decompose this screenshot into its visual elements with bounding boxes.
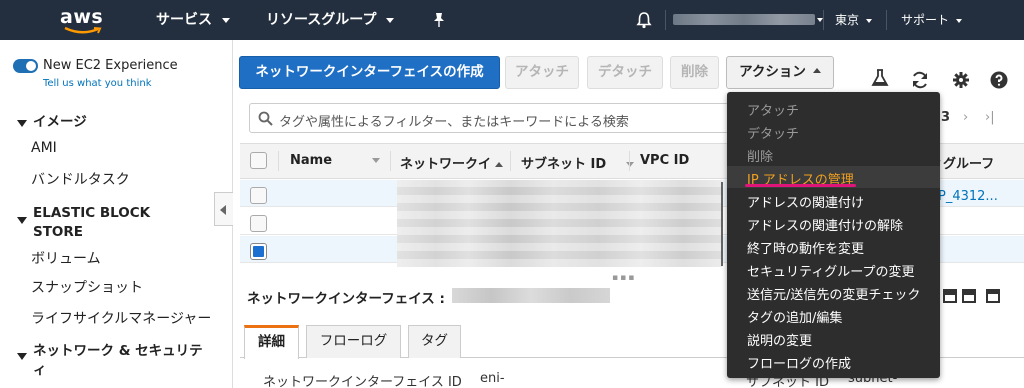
- last-page-icon[interactable]: ›|: [985, 110, 995, 125]
- collapse-triangle-icon[interactable]: [17, 217, 27, 224]
- sidebar: New EC2 Experience Tell us what you thin…: [0, 40, 233, 388]
- menu-item-change-termination-behavior[interactable]: 終了時の動作を変更: [747, 238, 864, 257]
- region-menu[interactable]: 東京: [835, 0, 873, 40]
- menu-item-associate-address[interactable]: アドレスの関連付け: [747, 192, 864, 211]
- support-menu[interactable]: サポート: [901, 0, 963, 40]
- next-page-icon[interactable]: ›: [963, 110, 968, 125]
- pane-layout-icon[interactable]: [943, 289, 957, 303]
- menu-item-delete[interactable]: 削除: [747, 146, 773, 165]
- filter-search-input[interactable]: タグや属性によるフィルター、またはキーワードによる検索: [249, 103, 729, 133]
- flask-icon[interactable]: [871, 68, 889, 88]
- feedback-link[interactable]: Tell us what you think: [43, 78, 152, 89]
- interface-id-value: eni-: [480, 371, 505, 386]
- actions-dropdown-menu: アタッチ デタッチ 削除 IP アドレスの管理 アドレスの関連付け アドレスの関…: [727, 92, 940, 378]
- column-subnet-id[interactable]: サブネット ID: [521, 153, 635, 172]
- menu-item-disassociate-address[interactable]: アドレスの関連付けの解除: [747, 215, 903, 234]
- pane-layout-icon[interactable]: [962, 289, 976, 303]
- menu-item-detach[interactable]: デタッチ: [747, 123, 799, 142]
- chevron-up-icon: [812, 68, 821, 73]
- sort-icon: [626, 162, 635, 167]
- aws-logo[interactable]: aws: [58, 6, 104, 34]
- divider: [721, 182, 723, 266]
- services-menu[interactable]: サービス: [156, 0, 230, 40]
- pin-icon[interactable]: [432, 12, 446, 28]
- chevron-down-icon: [956, 18, 963, 23]
- search-placeholder: タグや属性によるフィルター、またはキーワードによる検索: [279, 115, 629, 130]
- sidebar-section-images[interactable]: イメージ: [33, 113, 87, 132]
- chevron-down-icon: [386, 17, 395, 23]
- page-indicator: 3: [941, 110, 951, 125]
- menu-item-create-flow-log[interactable]: フローログの作成: [747, 353, 851, 372]
- sort-icon: [372, 158, 381, 163]
- sidebar-item-snapshots[interactable]: スナップショット: [31, 277, 143, 297]
- row-checkbox-selected[interactable]: [250, 243, 267, 260]
- pane-layout-icon[interactable]: [986, 289, 1000, 303]
- delete-button[interactable]: 削除: [670, 56, 719, 89]
- select-all-checkbox[interactable]: [250, 152, 267, 169]
- redacted-interface-id: [452, 288, 610, 303]
- divider: [886, 10, 887, 30]
- sidebar-section-ebs[interactable]: ELASTIC BLOCK STORE: [33, 204, 173, 242]
- bell-icon[interactable]: [636, 11, 652, 29]
- sidebar-section-network-security[interactable]: ネットワーク & セキュリティ: [33, 342, 203, 380]
- chevron-down-icon: [222, 17, 230, 23]
- tab-details[interactable]: 詳細: [244, 325, 299, 359]
- divider: [823, 10, 824, 30]
- gear-icon[interactable]: [952, 71, 970, 89]
- column-name[interactable]: Name: [290, 153, 381, 168]
- column-divider: [629, 151, 630, 171]
- attach-button[interactable]: アタッチ: [505, 56, 579, 89]
- tab-tags[interactable]: タグ: [408, 325, 461, 358]
- sort-asc-icon: [495, 162, 504, 167]
- account-name-redacted[interactable]: [673, 14, 815, 25]
- sidebar-item-ami[interactable]: AMI: [31, 140, 57, 156]
- new-ec2-toggle[interactable]: [13, 59, 38, 73]
- search-icon: [258, 111, 273, 126]
- top-nav: aws サービス リソースグループ 東京 サポート: [0, 0, 1024, 40]
- column-vpc-id[interactable]: VPC ID: [640, 153, 689, 168]
- sidebar-item-bundle-tasks[interactable]: バンドルタスク: [31, 169, 130, 189]
- refresh-icon[interactable]: [910, 70, 930, 90]
- menu-item-attach[interactable]: アタッチ: [747, 100, 799, 119]
- help-icon[interactable]: [990, 71, 1008, 89]
- detail-title: ネットワークインターフェイス :: [247, 291, 445, 307]
- chevron-down-icon: [866, 18, 873, 23]
- resize-handle[interactable]: ▪▪▪: [612, 273, 636, 283]
- sidebar-item-volumes[interactable]: ボリューム: [31, 248, 101, 268]
- tab-flow-logs[interactable]: フローログ: [306, 325, 401, 358]
- interface-id-label: ネットワークインターフェイス ID: [263, 375, 462, 388]
- menu-item-change-source-dest-check[interactable]: 送信元/送信先の変更チェック: [747, 284, 920, 303]
- collapse-triangle-icon[interactable]: [17, 353, 27, 360]
- row-checkbox[interactable]: [250, 187, 267, 204]
- column-divider: [278, 151, 279, 171]
- collapse-triangle-icon[interactable]: [17, 120, 27, 127]
- column-network-interface[interactable]: ネットワークイ: [400, 153, 504, 172]
- actions-button[interactable]: アクション: [726, 56, 834, 89]
- divider: [665, 10, 666, 30]
- annotation-underline: [745, 184, 856, 187]
- column-divider: [510, 151, 511, 171]
- resource-groups-menu[interactable]: リソースグループ: [266, 0, 395, 40]
- column-divider: [390, 151, 391, 171]
- menu-item-change-description[interactable]: 説明の変更: [747, 330, 812, 349]
- security-group-link[interactable]: P_4312...: [938, 189, 998, 204]
- redacted-table-values: [397, 180, 722, 267]
- menu-item-change-security-groups[interactable]: セキュリティグループの変更: [747, 261, 914, 280]
- sidebar-item-lifecycle-manager[interactable]: ライフサイクルマネージャー: [31, 308, 211, 328]
- detach-button[interactable]: デタッチ: [587, 56, 663, 89]
- aws-smile-icon: [64, 27, 102, 34]
- row-checkbox[interactable]: [250, 215, 267, 232]
- sidebar-collapse-button[interactable]: [214, 192, 233, 226]
- new-ec2-label: New EC2 Experience: [43, 58, 178, 73]
- menu-item-add-edit-tags[interactable]: タグの追加/編集: [747, 307, 842, 326]
- create-network-interface-button[interactable]: ネットワークインターフェイスの作成: [239, 56, 500, 89]
